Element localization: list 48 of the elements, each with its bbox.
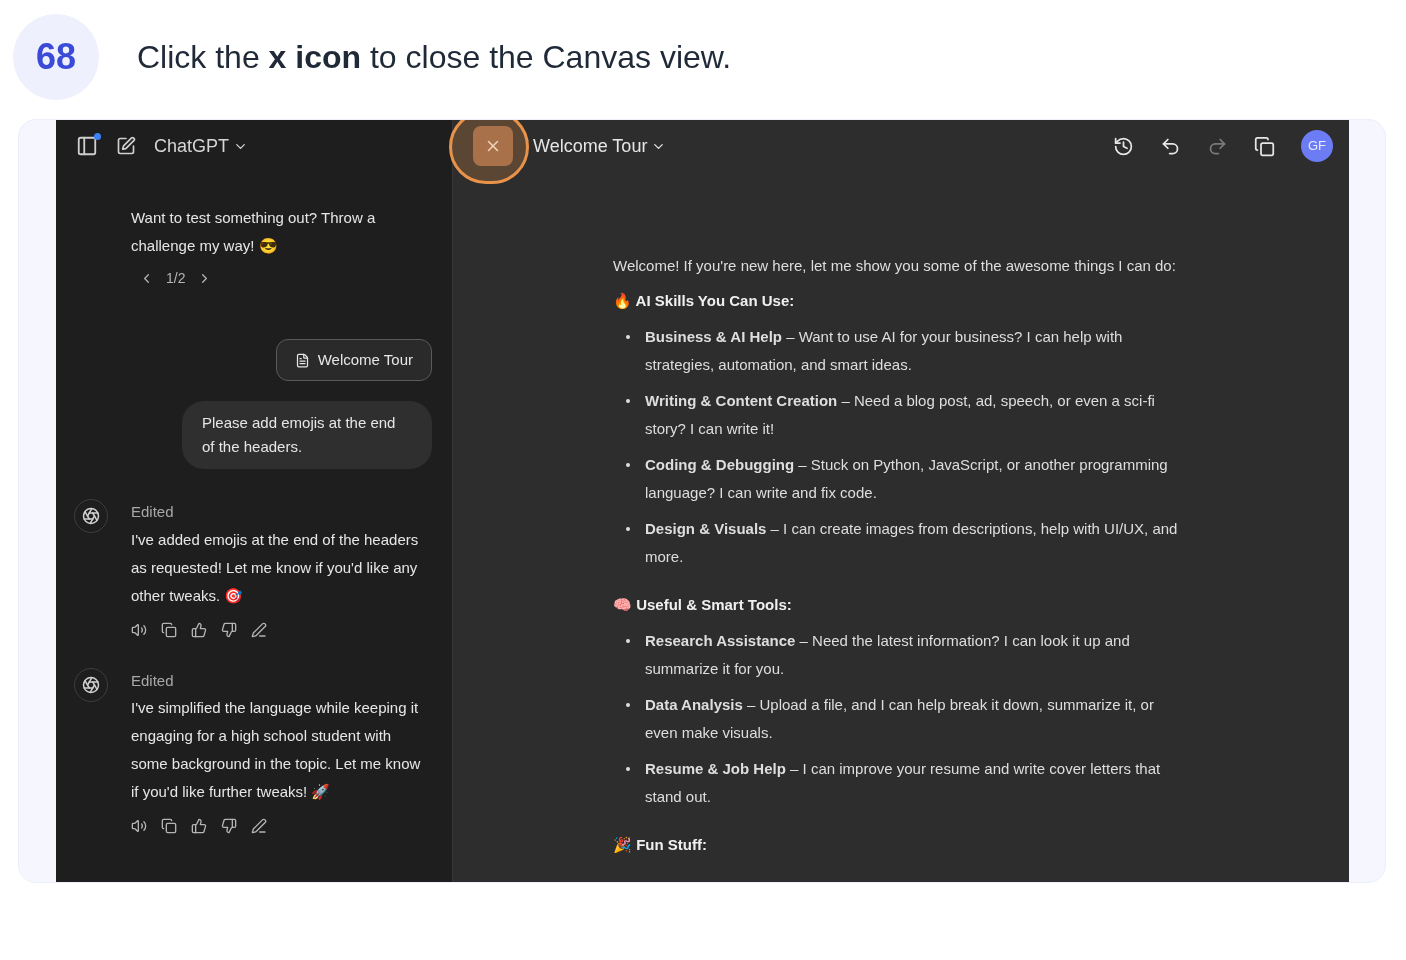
thumbs-down-icon[interactable] — [221, 818, 237, 834]
message-text: I've added emojis at the end of the headers as requested! Let me know if you'd like any other tweaks. 🎯 — [131, 529, 420, 606]
edited-label: Edited — [131, 502, 175, 522]
speaker-icon[interactable] — [131, 621, 147, 638]
list-item-text: Design & Visuals – I can create images from descriptions, help with UI/UX, and more. — [645, 519, 1179, 567]
aperture-icon — [82, 507, 100, 525]
thumbs-up-icon[interactable] — [191, 818, 207, 834]
edited-label: Edited — [131, 670, 175, 691]
history-icon[interactable] — [1113, 135, 1134, 157]
bullet-icon — [626, 703, 630, 707]
pen-icon[interactable] — [251, 818, 267, 834]
pager-text: 1/2 — [166, 269, 186, 288]
document-button[interactable]: Welcome Tour — [275, 339, 432, 381]
message-text: Want to test something out? Throw a challenge my way! 😎 — [131, 208, 377, 256]
document-icon — [294, 352, 310, 368]
list-item-text: Writing & Content Creation – Need a blog post, ad, speech, or even a sci-fi story? I can write it! — [645, 391, 1156, 439]
step-number-badge: 68 — [13, 14, 99, 100]
section-heading: 🧠 Useful & Smart Tools: — [613, 595, 793, 615]
list-item-text: Coding & Debugging – Stuck on Python, JavaScript, or another programming language? I can write and fix code. — [645, 455, 1169, 503]
copy-icon[interactable] — [1254, 135, 1275, 157]
list-item-text: Business & AI Help – Want to use AI for your business? I can help with strategies, automation, and smart ideas. — [645, 327, 1124, 375]
copy-icon[interactable] — [161, 818, 177, 834]
bullet-icon — [626, 639, 630, 643]
message-text: I've simplified the language while keeping it engaging for a high school student with some background in the topic. Let me know if you'd like further tweaks! 🚀 — [131, 698, 422, 802]
aperture-icon — [82, 675, 100, 694]
pen-icon[interactable] — [251, 621, 267, 638]
new-chat-icon[interactable] — [116, 136, 136, 156]
close-button[interactable] — [473, 126, 513, 166]
user-message-bubble: Please add emojis at the end of the headers. — [182, 401, 432, 469]
section-heading: 🔥 AI Skills You Can Use: — [613, 291, 796, 311]
section-heading: 🎉 Fun Stuff: — [613, 835, 708, 855]
bullet-icon — [626, 463, 630, 467]
sidebar-icon[interactable] — [76, 135, 98, 157]
model-selector[interactable]: ChatGPT — [154, 132, 249, 160]
bullet-icon — [626, 767, 630, 771]
list-item-text: Resume & Job Help – I can improve your resume and write cover letters that stand out. — [645, 759, 1162, 807]
intro-paragraph: Welcome! If you're new here, let me show you some of the awesome things I can do: — [613, 256, 1177, 276]
list-item-text: Research Assistance – Need the latest information? I can look it up and summarize it for you. — [645, 631, 1131, 679]
speaker-icon[interactable] — [131, 818, 147, 834]
list-item-text: Data Analysis – Upload a file, and I can help break it down, summarize it, or even make visuals. — [645, 695, 1155, 743]
copy-icon[interactable] — [161, 621, 177, 638]
bullet-icon — [626, 335, 630, 339]
instruction-text: Click the x icon to close the Canvas view. — [137, 38, 732, 77]
thumbs-up-icon[interactable] — [191, 621, 207, 638]
document-title-dropdown[interactable]: Welcome Tour — [533, 132, 667, 160]
bullet-icon — [626, 399, 630, 403]
bullet-icon — [626, 527, 630, 531]
thumbs-down-icon[interactable] — [221, 621, 237, 638]
